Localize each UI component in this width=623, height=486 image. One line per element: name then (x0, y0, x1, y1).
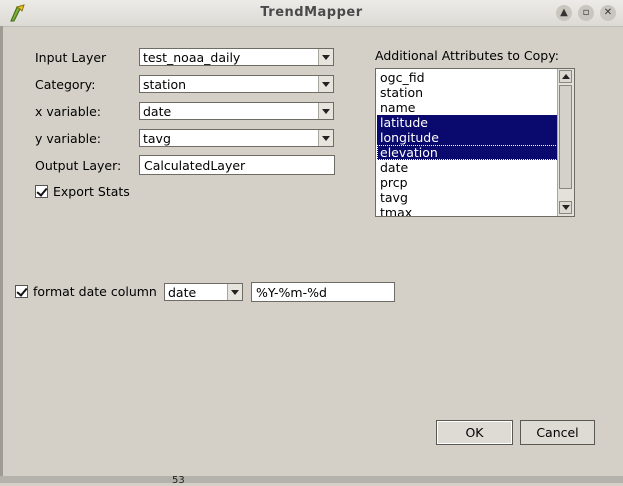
list-item[interactable]: longitude (377, 130, 558, 145)
output-layer-label: Output Layer: (35, 158, 122, 173)
chevron-down-icon[interactable] (318, 103, 333, 119)
y-variable-label: y variable: (35, 131, 102, 146)
title-bar: TrendMapper ▲ ▫ ✕ (0, 0, 623, 27)
scroll-up-icon[interactable] (559, 70, 572, 83)
chevron-down-icon[interactable] (318, 130, 333, 146)
category-combo[interactable]: station (139, 75, 334, 93)
list-item[interactable]: latitude (377, 115, 558, 130)
export-stats-checkbox[interactable] (35, 185, 48, 198)
list-item[interactable]: ogc_fid (377, 70, 558, 85)
list-item[interactable]: station (377, 85, 558, 100)
input-layer-value: test_noaa_daily (143, 50, 241, 65)
chevron-down-icon[interactable] (318, 76, 333, 92)
y-variable-combo[interactable]: tavg (139, 129, 334, 147)
scroll-down-icon[interactable] (559, 201, 572, 214)
x-variable-combo[interactable]: date (139, 102, 334, 120)
attributes-label: Additional Attributes to Copy: (375, 48, 559, 63)
list-item[interactable]: elevation (377, 145, 558, 160)
output-layer-input[interactable] (139, 155, 335, 175)
x-variable-label: x variable: (35, 104, 102, 119)
maximize-icon[interactable]: ▫ (578, 5, 594, 21)
x-variable-value: date (143, 104, 172, 119)
background-peek-text: 53 (172, 475, 185, 486)
category-value: station (143, 77, 187, 92)
attributes-scrollbar[interactable] (557, 69, 574, 216)
chevron-down-icon[interactable] (318, 49, 333, 65)
list-item[interactable]: name (377, 100, 558, 115)
y-variable-value: tavg (143, 131, 171, 146)
list-item[interactable]: date (377, 160, 558, 175)
date-column-combo[interactable]: date (164, 283, 243, 301)
close-icon[interactable]: ✕ (600, 5, 616, 21)
input-layer-label: Input Layer (35, 50, 107, 65)
window-title: TrendMapper (260, 5, 363, 20)
date-column-value: date (168, 285, 197, 300)
category-label: Category: (35, 77, 96, 92)
export-stats-label: Export Stats (53, 184, 130, 199)
list-item[interactable]: tmax (377, 205, 558, 216)
date-format-input[interactable] (251, 282, 395, 302)
list-item[interactable]: prcp (377, 175, 558, 190)
scrollbar-thumb[interactable] (559, 85, 572, 189)
ok-button[interactable]: OK (436, 420, 513, 445)
window-frame-bottom (0, 476, 623, 483)
attributes-listbox[interactable]: ogc_fid station name latitude longitude … (375, 68, 575, 217)
up-icon[interactable]: ▲ (556, 5, 572, 21)
format-date-checkbox[interactable] (15, 285, 28, 298)
input-layer-combo[interactable]: test_noaa_daily (139, 48, 334, 66)
cancel-button[interactable]: Cancel (520, 420, 595, 445)
window-frame-left (0, 26, 3, 483)
list-item[interactable]: tavg (377, 190, 558, 205)
chevron-down-icon[interactable] (227, 284, 242, 300)
format-date-label: format date column (33, 284, 157, 299)
